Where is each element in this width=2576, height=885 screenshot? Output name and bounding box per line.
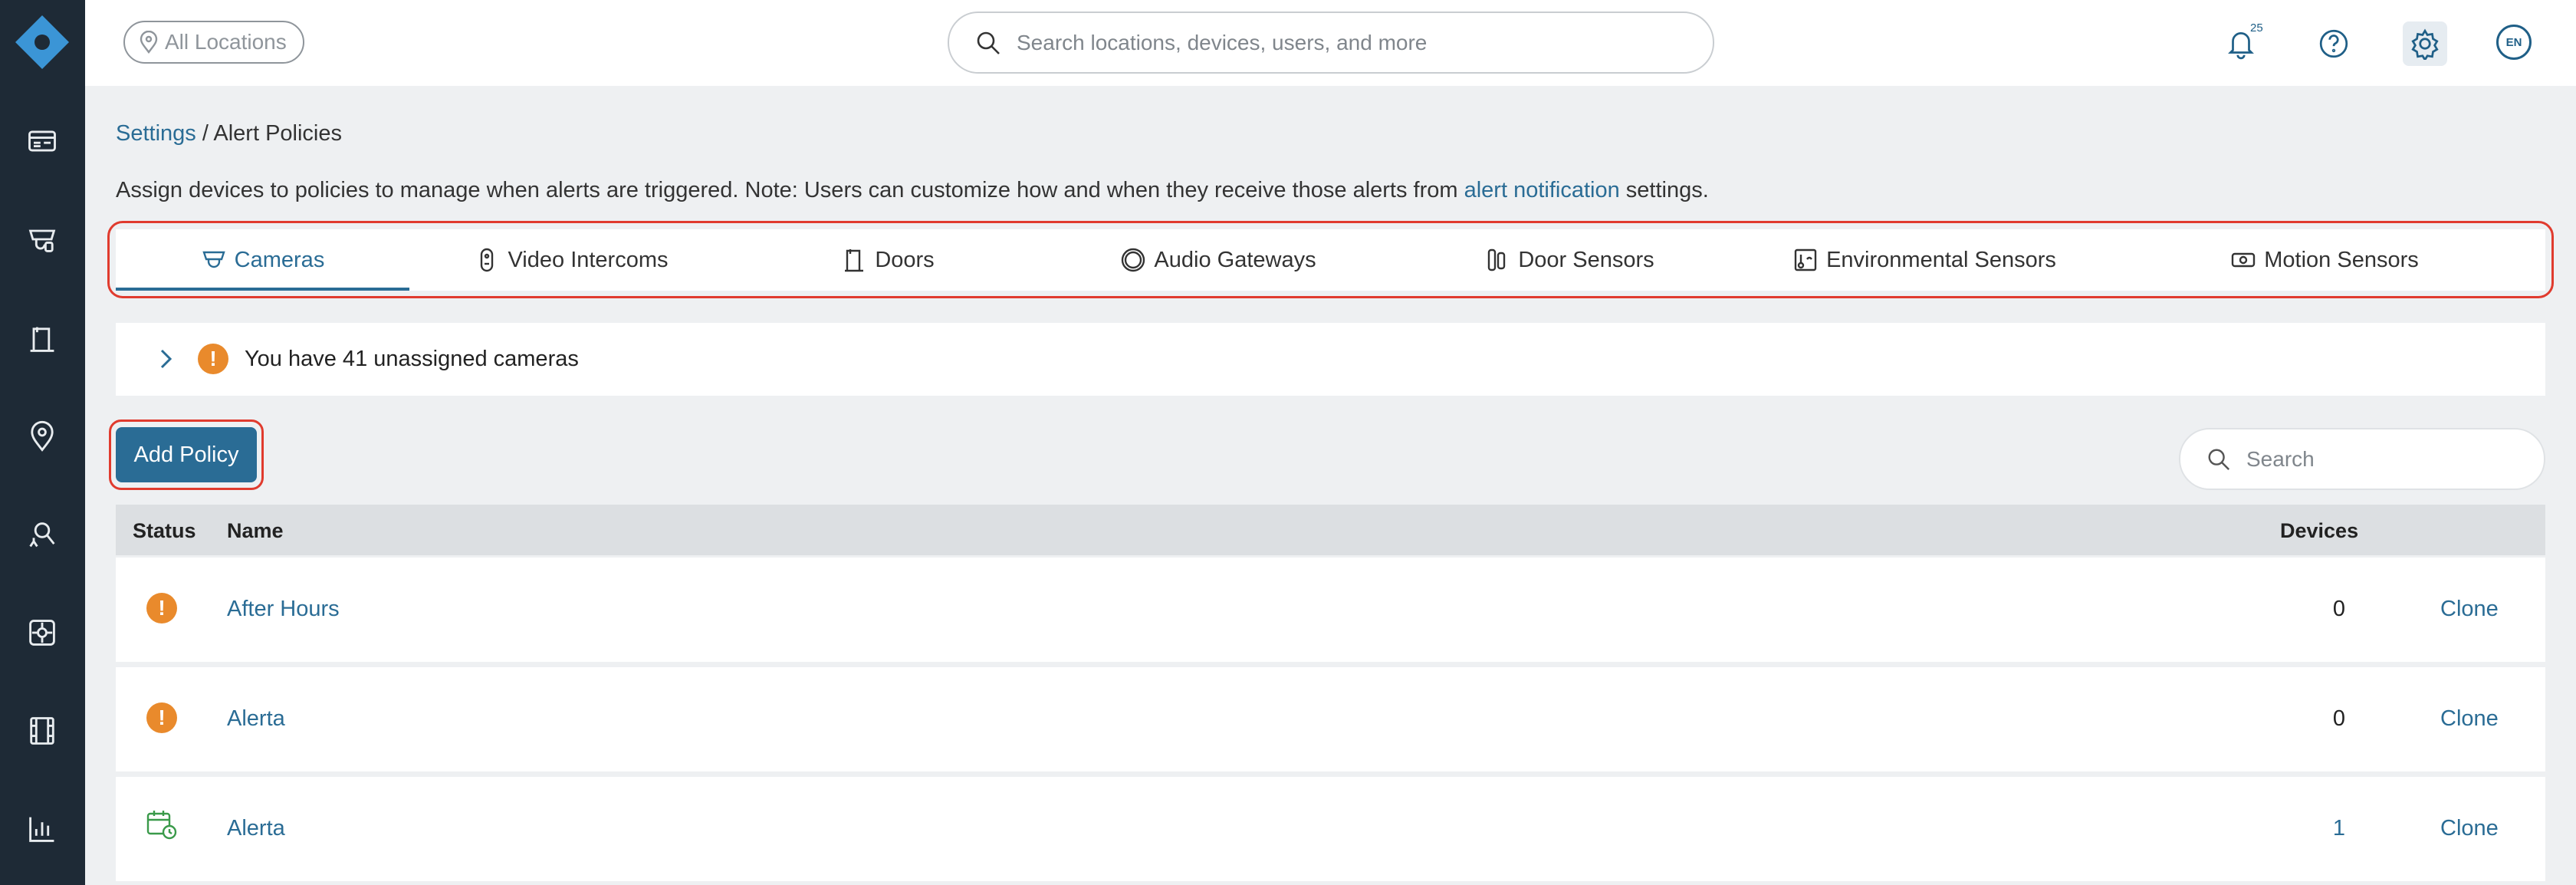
policy-name-link[interactable]: Alerta — [227, 706, 285, 732]
tab-video-intercoms[interactable]: Video Intercoms — [409, 229, 733, 291]
policy-name-link[interactable]: Alerta — [227, 816, 285, 841]
warning-icon: ! — [146, 702, 177, 733]
tab-label: Environmental Sensors — [1826, 247, 2056, 272]
global-search-input[interactable] — [1017, 30, 1691, 55]
breadcrumb-current: Alert Policies — [213, 121, 343, 146]
column-name[interactable]: Name — [227, 519, 284, 543]
tab-label: Video Intercoms — [508, 247, 669, 272]
table-row[interactable]: ! Alerta 0 Clone — [116, 667, 2545, 771]
tab-door-sensors[interactable]: Door Sensors — [1394, 229, 1745, 291]
door-icon[interactable] — [24, 321, 61, 357]
top-bar: All Locations — [85, 0, 2576, 86]
help-button[interactable] — [2312, 21, 2356, 66]
unassigned-cameras-text: You have 41 unassigned cameras — [245, 347, 579, 371]
audio-gateway-icon — [1122, 248, 1145, 272]
tab-label: Cameras — [234, 247, 325, 272]
device-count: 0 — [2332, 597, 2346, 621]
device-type-tabs: Cameras Video Intercoms Doors Audio Gate… — [116, 229, 2545, 291]
policy-search-input[interactable] — [2246, 446, 2522, 472]
policy-search[interactable] — [2179, 428, 2545, 490]
integrations-icon[interactable] — [24, 614, 61, 651]
search-icon — [977, 31, 1000, 54]
camera-icon — [202, 251, 225, 268]
tab-label: Audio Gateways — [1154, 247, 1316, 272]
door-icon — [845, 249, 864, 272]
clone-link[interactable]: Clone — [2440, 706, 2499, 732]
clone-link[interactable]: Clone — [2440, 597, 2499, 622]
intercom-icon — [481, 248, 494, 272]
gear-icon — [2411, 28, 2439, 60]
sidebar — [0, 0, 85, 885]
tab-cameras[interactable]: Cameras — [116, 229, 409, 291]
door-sensor-icon — [1488, 248, 1506, 271]
table-row[interactable]: Alerta 1 Clone — [116, 777, 2545, 881]
motion-sensor-icon — [2232, 252, 2256, 268]
location-filter[interactable]: All Locations — [123, 21, 304, 64]
warning-icon: ! — [146, 593, 177, 623]
tab-label: Motion Sensors — [2264, 247, 2419, 272]
settings-button[interactable] — [2403, 21, 2447, 66]
search-icon — [2208, 449, 2230, 470]
tab-audio-gateways[interactable]: Audio Gateways — [1043, 229, 1394, 291]
device-count: 0 — [2332, 706, 2346, 731]
policy-name-link[interactable]: After Hours — [227, 597, 340, 622]
notification-count: 25 — [2250, 21, 2263, 35]
tab-environmental-sensors[interactable]: Environmental Sensors — [1745, 229, 2104, 291]
environmental-sensor-icon — [1794, 248, 1817, 271]
reports-chart-icon[interactable] — [24, 811, 61, 847]
tab-doors[interactable]: Doors — [733, 229, 1043, 291]
people-search-icon[interactable] — [24, 516, 61, 553]
brand-logo[interactable] — [15, 15, 69, 69]
tab-motion-sensors[interactable]: Motion Sensors — [2104, 229, 2545, 291]
unassigned-cameras-banner[interactable]: ! You have 41 unassigned cameras — [116, 323, 2545, 396]
clone-link[interactable]: Clone — [2440, 816, 2499, 841]
device-count-link[interactable]: 1 — [2308, 816, 2370, 841]
description-text: Assign devices to policies to manage whe… — [116, 178, 1458, 202]
location-pin-icon[interactable] — [24, 418, 61, 455]
warning-icon: ! — [198, 344, 228, 374]
global-search[interactable] — [948, 12, 1714, 74]
policy-table-header: Status Name Devices — [116, 505, 2545, 555]
location-pin-icon — [140, 31, 158, 54]
tab-label: Doors — [875, 247, 935, 272]
camera-icon[interactable] — [24, 221, 61, 258]
page-description: Assign devices to policies to manage whe… — [116, 178, 1709, 203]
add-policy-button[interactable]: Add Policy — [116, 427, 257, 482]
location-filter-label: All Locations — [165, 30, 287, 54]
column-devices[interactable]: Devices — [2280, 519, 2358, 543]
description-tail: settings. — [1625, 178, 1709, 202]
alert-notification-link[interactable]: alert notification — [1464, 178, 1620, 202]
chevron-right-icon[interactable] — [153, 346, 179, 372]
dashboard-icon[interactable] — [24, 123, 61, 160]
breadcrumb-separator: / — [202, 121, 209, 146]
breadcrumb: Settings / Alert Policies — [116, 121, 342, 146]
video-film-icon[interactable] — [24, 712, 61, 749]
column-status[interactable]: Status — [133, 519, 196, 543]
breadcrumb-settings-link[interactable]: Settings — [116, 121, 196, 146]
language-selector[interactable]: EN — [2496, 25, 2532, 60]
calendar-schedule-icon — [145, 808, 179, 845]
help-icon — [2319, 29, 2348, 58]
tab-label: Door Sensors — [1518, 247, 1654, 272]
table-row[interactable]: ! After Hours 0 Clone — [116, 558, 2545, 662]
